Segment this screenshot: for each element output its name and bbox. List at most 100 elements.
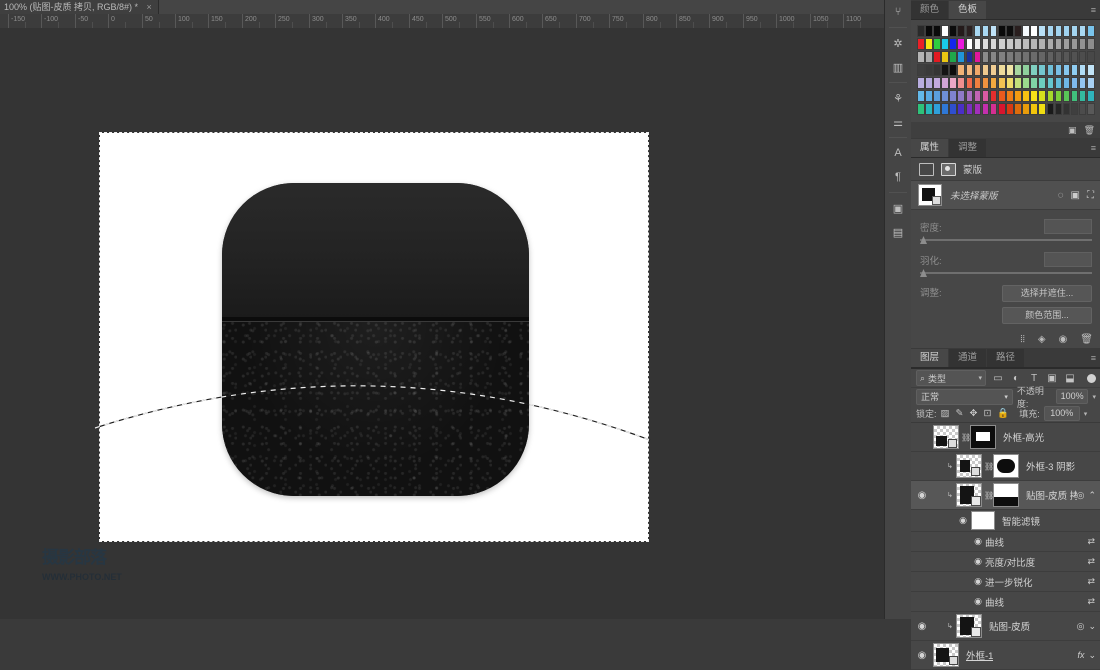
swatch[interactable] bbox=[965, 25, 974, 37]
styles-icon[interactable]: ⚘ bbox=[885, 86, 911, 110]
swatch[interactable] bbox=[1086, 64, 1095, 76]
swatch[interactable] bbox=[1062, 103, 1071, 115]
canvas-workspace[interactable]: 摄影部落 WWW.PHOTO.NET bbox=[0, 28, 884, 619]
swatch[interactable] bbox=[973, 64, 982, 76]
table-row[interactable]: ◉ ⛓ bbox=[911, 423, 1100, 452]
swatch[interactable] bbox=[965, 64, 974, 76]
tab-color[interactable]: 颜色 bbox=[911, 1, 949, 19]
tab-adjustments[interactable]: 调整 bbox=[949, 139, 987, 157]
swatch[interactable] bbox=[1046, 38, 1055, 50]
mask-row[interactable]: 未选择蒙版 ◌ ▣ ⛶ bbox=[911, 181, 1100, 210]
swatch[interactable] bbox=[917, 38, 925, 50]
load-selection-icon[interactable]: ◌ bbox=[1058, 190, 1064, 201]
disable-mask-icon[interactable]: ⛶ bbox=[1087, 190, 1094, 201]
layer-effects-icon[interactable]: fx bbox=[1077, 650, 1084, 660]
collapsed-panel-rail[interactable]: ⑂ ✲ ▥ ⚘ ⚌ A ¶ ▣ ▤ bbox=[885, 0, 912, 619]
delete-swatch-icon[interactable]: 🗑 bbox=[1084, 125, 1095, 136]
filter-shape-icon[interactable]: ▣ bbox=[1046, 373, 1058, 384]
tab-paths[interactable]: 路径 bbox=[987, 349, 1025, 367]
character-icon[interactable]: A bbox=[885, 141, 911, 165]
document-canvas[interactable] bbox=[100, 133, 648, 541]
swatches-menu-icon[interactable]: ≡ bbox=[1086, 1, 1100, 19]
swatch[interactable] bbox=[957, 51, 966, 63]
smart-object-icon[interactable]: ◎ bbox=[1077, 621, 1085, 632]
swatch[interactable] bbox=[1086, 25, 1095, 37]
swatch[interactable] bbox=[1046, 90, 1055, 102]
filter-adjustment-icon[interactable]: ◐ bbox=[1010, 373, 1022, 384]
swatch[interactable] bbox=[1030, 77, 1038, 89]
layer-thumbnail[interactable] bbox=[933, 643, 959, 667]
tab-swatches[interactable]: 色板 bbox=[949, 1, 987, 19]
swatch[interactable] bbox=[1022, 51, 1030, 63]
apply-mask-icon[interactable]: ▣ bbox=[1071, 190, 1080, 201]
swatch[interactable] bbox=[989, 90, 998, 102]
swatch[interactable] bbox=[1038, 38, 1046, 50]
swatch[interactable] bbox=[997, 51, 1006, 63]
swatch[interactable] bbox=[925, 64, 933, 76]
swatch[interactable] bbox=[1006, 90, 1014, 102]
swatch[interactable] bbox=[949, 77, 957, 89]
swatch[interactable] bbox=[1078, 25, 1087, 37]
swatch[interactable] bbox=[1070, 103, 1079, 115]
lock-all-icon[interactable]: 🔒 bbox=[997, 408, 1009, 419]
swatch[interactable] bbox=[917, 51, 925, 63]
layer-kind-select[interactable]: ⌕ 类型 ▾ bbox=[916, 370, 986, 386]
chevron-up-icon[interactable]: ⌃ bbox=[1088, 490, 1096, 501]
swatch[interactable] bbox=[997, 77, 1006, 89]
swatch[interactable] bbox=[981, 25, 990, 37]
delete-mask-icon[interactable]: 🗑 bbox=[1080, 334, 1093, 345]
swatch[interactable] bbox=[1062, 25, 1071, 37]
notes-icon[interactable]: ▤ bbox=[885, 220, 911, 244]
swatch[interactable] bbox=[965, 77, 974, 89]
swatch[interactable] bbox=[941, 51, 949, 63]
swatch[interactable] bbox=[1014, 38, 1022, 50]
tab-channels[interactable]: 通道 bbox=[949, 349, 987, 367]
link-icon[interactable]: ⛓ bbox=[961, 433, 971, 442]
swatch[interactable] bbox=[973, 77, 982, 89]
swatch[interactable] bbox=[981, 38, 990, 50]
swatch[interactable] bbox=[1022, 38, 1030, 50]
density-slider[interactable] bbox=[920, 239, 1092, 241]
swatch[interactable] bbox=[1046, 103, 1055, 115]
filter-options-icon[interactable]: ⇄ bbox=[1087, 576, 1100, 587]
document-tab[interactable]: 100% (贴图-皮质 拷贝, RGB/8#) * × bbox=[0, 0, 159, 14]
swatch[interactable] bbox=[1054, 51, 1063, 63]
invert-mask-icon[interactable]: ◈ bbox=[1038, 334, 1046, 345]
swatch[interactable] bbox=[941, 103, 949, 115]
swatch[interactable] bbox=[949, 51, 957, 63]
swatch[interactable] bbox=[941, 25, 949, 37]
tab-layers[interactable]: 图层 bbox=[911, 349, 949, 367]
swatch[interactable] bbox=[989, 25, 998, 37]
swatch[interactable] bbox=[1070, 64, 1079, 76]
swatch[interactable] bbox=[989, 64, 998, 76]
lock-position-icon[interactable]: ✥ bbox=[969, 408, 977, 419]
swatch[interactable] bbox=[1078, 38, 1087, 50]
swatch[interactable] bbox=[949, 90, 957, 102]
swatch[interactable] bbox=[1054, 103, 1063, 115]
swatch[interactable] bbox=[1070, 90, 1079, 102]
swatch[interactable] bbox=[1014, 25, 1022, 37]
swatch[interactable] bbox=[917, 90, 925, 102]
swatch[interactable] bbox=[989, 103, 998, 115]
swatch[interactable] bbox=[989, 77, 998, 89]
swatch[interactable] bbox=[973, 51, 982, 63]
swatch[interactable] bbox=[1022, 64, 1030, 76]
opacity-field[interactable]: 100% bbox=[1055, 389, 1089, 404]
swatch[interactable] bbox=[1046, 64, 1055, 76]
eye-icon[interactable]: ◉ bbox=[971, 576, 985, 587]
swatch[interactable] bbox=[1022, 103, 1030, 115]
list-item[interactable]: ◉ 亮度/对比度 ⇄ bbox=[911, 552, 1100, 572]
link-icon[interactable]: ⛓ bbox=[984, 491, 994, 500]
pixel-mask-icon[interactable] bbox=[919, 162, 934, 176]
fill-field[interactable]: 100% bbox=[1043, 406, 1080, 421]
eye-icon[interactable]: ◉ bbox=[971, 596, 985, 607]
swatch[interactable] bbox=[1006, 25, 1014, 37]
swatch[interactable] bbox=[925, 25, 933, 37]
swatch[interactable] bbox=[917, 64, 925, 76]
swatch[interactable] bbox=[933, 25, 941, 37]
swatch[interactable] bbox=[1006, 77, 1014, 89]
smart-filter-thumbnail[interactable] bbox=[971, 511, 995, 530]
swatch[interactable] bbox=[973, 38, 982, 50]
swatch[interactable] bbox=[1054, 38, 1063, 50]
swatch[interactable] bbox=[957, 38, 966, 50]
